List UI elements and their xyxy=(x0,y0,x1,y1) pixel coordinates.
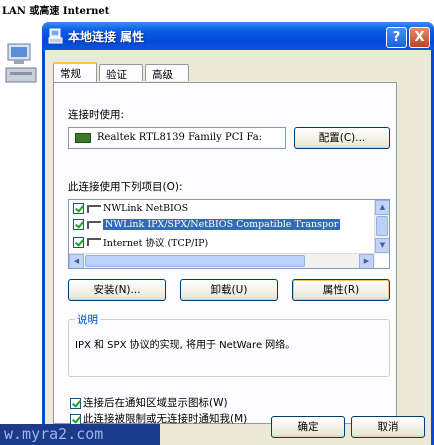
scroll-left-icon[interactable]: ◀ xyxy=(69,254,84,268)
dialog-title: 本地连接 属性 xyxy=(68,30,145,44)
description-text: IPX 和 SPX 协议的实现, 将用于 NetWare 网络。 xyxy=(75,340,296,351)
show-icon-checkbox[interactable] xyxy=(70,397,81,409)
network-adapter-icon xyxy=(48,28,63,44)
tab-advanced[interactable]: 高级 xyxy=(145,64,189,81)
vertical-scroll-thumb[interactable] xyxy=(376,216,388,236)
install-button[interactable]: 安装(N)... xyxy=(68,279,166,301)
properties-dialog: 本地连接 属性 ? X 常规 验证 高级 连接时使用: Realtek RTL8… xyxy=(42,22,434,445)
network-connection-icon xyxy=(5,43,37,83)
ok-button[interactable]: 确定 xyxy=(271,416,345,438)
description-groupbox: 说明 IPX 和 SPX 协议的实现, 将用于 NetWare 网络。 xyxy=(68,312,390,377)
close-button[interactable]: X xyxy=(409,27,430,48)
list-item[interactable]: NWLink NetBIOS xyxy=(73,203,188,218)
adapter-name-field: Realtek RTL8139 Family PCI Fa: xyxy=(68,127,286,149)
show-icon-label: 连接后在通知区域显示图标(W) xyxy=(83,397,228,409)
components-label: 此连接使用下列项目(O): xyxy=(68,181,183,193)
adapter-name-text: Realtek RTL8139 Family PCI Fa: xyxy=(97,132,263,143)
connect-using-label: 连接时使用: xyxy=(68,109,125,121)
help-button[interactable]: ? xyxy=(386,27,407,48)
general-tab-panel: 连接时使用: Realtek RTL8139 Family PCI Fa: 配置… xyxy=(53,82,397,425)
configure-button[interactable]: 配置(C)... xyxy=(294,127,390,149)
scroll-up-icon[interactable]: ▲ xyxy=(375,200,389,215)
protocol-icon xyxy=(87,220,101,229)
title-bar[interactable]: 本地连接 属性 ? X xyxy=(42,22,434,50)
protocol-icon xyxy=(87,238,101,246)
protocol-icon xyxy=(87,204,101,213)
tab-authentication[interactable]: 验证 xyxy=(99,64,143,81)
show-icon-option[interactable]: 连接后在通知区域显示图标(W) xyxy=(70,395,228,410)
background-window-title: LAN 或高速 Internet xyxy=(2,6,110,17)
properties-button[interactable]: 属性(R) xyxy=(292,279,390,301)
cancel-button[interactable]: 取消 xyxy=(351,416,425,438)
component-checkbox[interactable] xyxy=(73,203,84,214)
watermark: w.myra2.com xyxy=(0,424,160,445)
components-list[interactable]: NWLink NetBIOS NWLink IPX/SPX/NetBIOS Co… xyxy=(68,199,390,269)
component-checkbox[interactable] xyxy=(73,236,84,248)
scroll-down-icon[interactable]: ▼ xyxy=(375,238,389,253)
uninstall-button[interactable]: 卸载(U) xyxy=(180,279,278,301)
description-title: 说明 xyxy=(75,312,100,327)
dialog-client-area: 常规 验证 高级 连接时使用: Realtek RTL8139 Family P… xyxy=(45,50,431,445)
network-card-icon xyxy=(75,133,91,143)
horizontal-scrollbar[interactable]: ◀ ▶ xyxy=(69,253,375,268)
horizontal-scroll-thumb[interactable] xyxy=(85,255,305,267)
vertical-scrollbar[interactable]: ▲ ▼ xyxy=(374,200,389,254)
list-item-selected[interactable]: NWLink IPX/SPX/NetBIOS Compatible Transp… xyxy=(73,219,341,234)
scroll-right-icon[interactable]: ▶ xyxy=(359,254,374,268)
component-checkbox[interactable] xyxy=(73,219,84,230)
notify-checkbox[interactable] xyxy=(70,413,81,425)
list-item[interactable]: Internet 协议 (TCP/IP) xyxy=(73,235,208,250)
tab-general[interactable]: 常规 xyxy=(53,62,97,82)
